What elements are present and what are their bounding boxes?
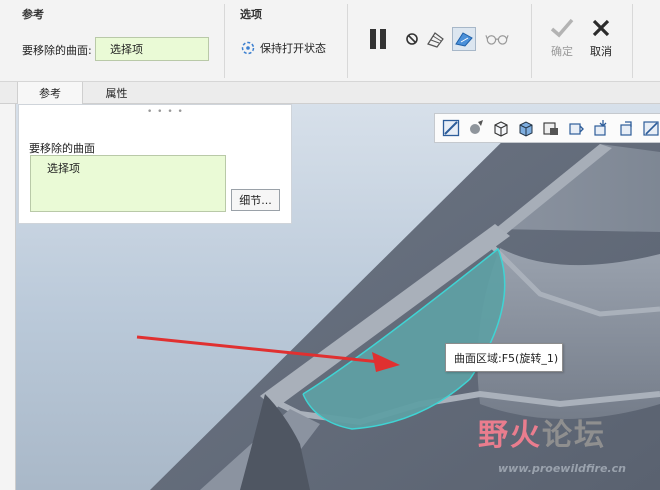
pause-button[interactable] [366, 27, 390, 51]
ribbon-separator [632, 4, 633, 78]
surfaces-collector-value: 选择项 [110, 43, 143, 56]
annotation-display-icon[interactable] [641, 118, 660, 139]
keep-open-icon [241, 41, 255, 55]
cancel-button[interactable]: 取消 [584, 18, 618, 59]
saved-orientations-icon[interactable] [491, 118, 510, 139]
references-panel: • • • • 要移除的曲面 选择项 细节... [18, 104, 292, 224]
surfaces-collector[interactable]: 选择项 [95, 37, 209, 61]
dashboard-ribbon: 参考 要移除的曲面: 选择项 选项 保持打开状态 确定 取消 [0, 0, 660, 82]
view-manager-icon[interactable] [541, 118, 560, 139]
preview-icon [427, 32, 444, 48]
display-style-icon[interactable] [566, 118, 585, 139]
checkmark-icon [550, 18, 574, 38]
pause-icon [370, 29, 386, 49]
ribbon-separator [531, 4, 532, 78]
ok-button[interactable]: 确定 [545, 18, 579, 59]
tab-properties[interactable]: 属性 [83, 82, 150, 104]
datum-display-icon[interactable] [591, 118, 610, 139]
ribbon-separator [347, 4, 348, 78]
panel-grip[interactable]: • • • • [147, 107, 184, 117]
tab-references[interactable]: 参考 [17, 82, 83, 104]
site-watermark: 野火论坛 www.proewildfire.cn [478, 410, 658, 480]
keep-open-button[interactable]: 保持打开状态 [240, 38, 326, 58]
options-group-title: 选项 [240, 8, 262, 21]
dashboard-tabs: 参考 属性 [0, 82, 660, 104]
surfaces-to-remove-label: 要移除的曲面: [22, 44, 92, 57]
appearance-icon[interactable] [516, 118, 535, 139]
model-tree-strip[interactable] [0, 104, 16, 490]
refit-icon[interactable] [441, 118, 460, 139]
keep-open-label: 保持打开状态 [260, 42, 326, 55]
repaint-icon[interactable] [466, 118, 485, 139]
tab-properties-label: 属性 [105, 87, 128, 100]
spin-center-icon[interactable] [616, 118, 635, 139]
watermark-brand-fire: 野火 [478, 418, 542, 453]
glasses-preview-button[interactable] [485, 27, 509, 51]
glasses-icon [485, 35, 509, 45]
panel-surfaces-collector-value: 选择项 [47, 162, 80, 175]
details-button[interactable]: 细节... [231, 189, 280, 211]
no-preview-icon [406, 33, 418, 45]
verify-geometry-icon [455, 32, 473, 47]
watermark-brand-forum: 论坛 [542, 418, 606, 453]
ok-label: 确定 [551, 45, 573, 58]
cancel-label: 取消 [590, 45, 612, 58]
pick-tooltip: 曲面区域:F5(旋转_1) [445, 343, 563, 372]
close-icon [592, 19, 610, 37]
reference-group-title: 参考 [22, 8, 44, 21]
tab-references-label: 参考 [39, 87, 61, 100]
verify-geometry-button[interactable] [452, 27, 476, 51]
graphics-toolbar [434, 113, 660, 143]
watermark-logo: 野火论坛 [478, 410, 606, 454]
watermark-url: www.proewildfire.cn [498, 462, 626, 475]
panel-surfaces-collector[interactable]: 选择项 [30, 155, 226, 212]
ribbon-separator [224, 4, 225, 78]
no-preview-button[interactable] [400, 27, 424, 51]
preview-button[interactable] [424, 27, 448, 51]
panel-surfaces-label: 要移除的曲面 [29, 142, 95, 155]
